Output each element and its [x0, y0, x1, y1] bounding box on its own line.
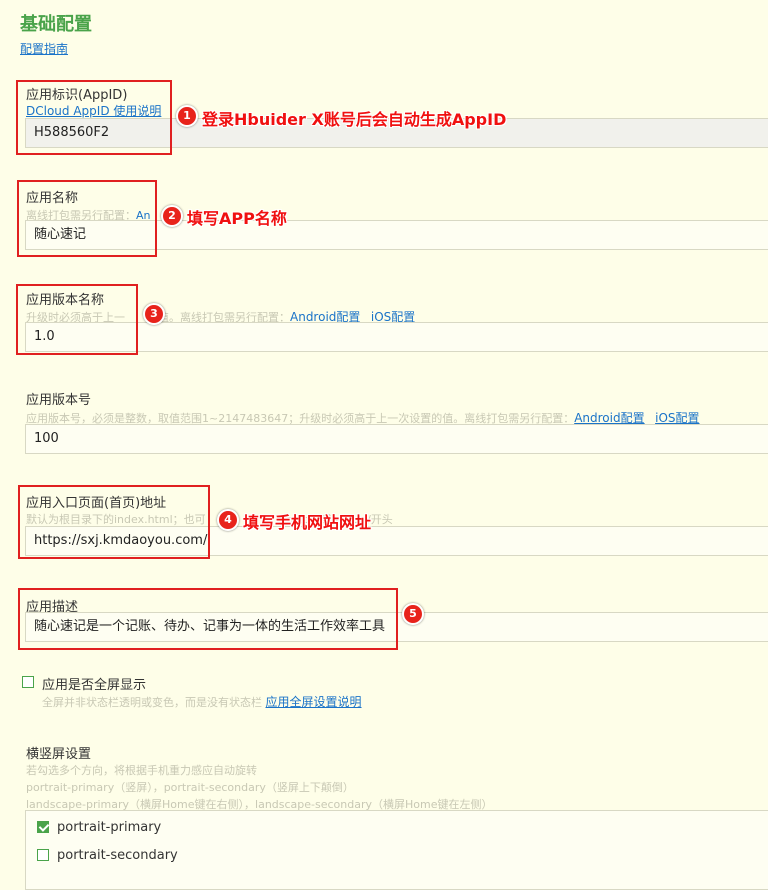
config-guide-link[interactable]: 配置指南 — [20, 40, 68, 57]
annotation-badge-5: 5 — [402, 603, 424, 625]
page-title: 基础配置 — [20, 14, 92, 35]
portrait-primary-checkbox[interactable] — [37, 821, 49, 833]
fullscreen-label: 应用是否全屏显示 — [42, 678, 147, 693]
fullscreen-checkbox[interactable] — [22, 676, 34, 688]
version-code-field[interactable]: 100 — [25, 424, 768, 454]
annotation-badge-3: 3 — [143, 303, 165, 325]
orientation-desc-2: portrait-primary（竖屏），portrait-secondary（… — [26, 781, 354, 794]
fullscreen-desc: 全屏并非状态栏透明或变色，而是没有状态栏 应用全屏设置说明 — [42, 695, 362, 709]
portrait-primary-label: portrait-primary — [57, 820, 162, 835]
annotation-text-appid: 登录Hbuider X账号后会自动生成AppID — [202, 110, 507, 129]
annotation-box-entry — [18, 485, 210, 559]
annotation-box-version-name — [16, 284, 138, 355]
annotation-box-appid — [16, 80, 172, 155]
version-code-label: 应用版本号 — [26, 393, 92, 408]
fullscreen-help-link[interactable]: 应用全屏设置说明 — [266, 695, 362, 709]
orientation-desc-1: 若勾选多个方向，将根据手机重力感应自动旋转 — [26, 764, 257, 777]
annotation-badge-1: 1 — [176, 105, 198, 127]
annotation-text-entry: 填写手机网站网址 — [243, 513, 372, 532]
version-code-android-link[interactable]: Android配置 — [574, 411, 644, 425]
annotation-box-description — [18, 588, 398, 650]
annotation-text-app-name: 填写APP名称 — [187, 209, 287, 228]
orientation-label: 横竖屏设置 — [26, 747, 92, 762]
version-code-ios-link[interactable]: iOS配置 — [655, 411, 699, 425]
annotation-box-app-name — [17, 180, 157, 257]
portrait-secondary-checkbox[interactable] — [37, 849, 49, 861]
annotation-badge-2: 2 — [161, 205, 183, 227]
portrait-secondary-label: portrait-secondary — [57, 848, 178, 863]
annotation-badge-4: 4 — [217, 509, 239, 531]
